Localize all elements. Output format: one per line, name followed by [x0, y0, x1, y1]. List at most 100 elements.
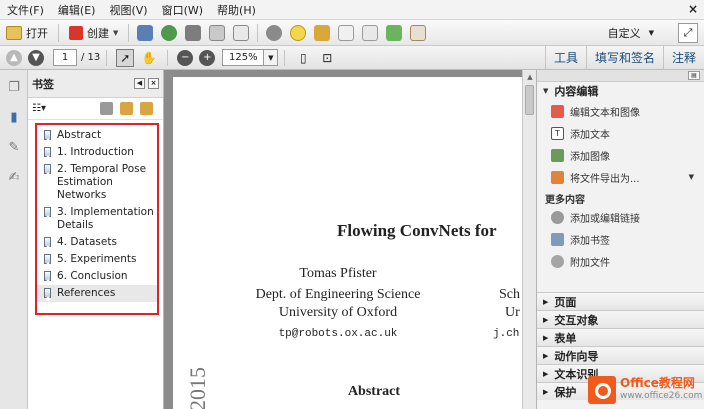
next-page-icon[interactable]: ▼	[28, 49, 44, 66]
create-label: 创建	[87, 26, 109, 40]
bookmark-item[interactable]: 2. Temporal Pose Estimation Networks	[37, 161, 157, 204]
export-file-item[interactable]: 将文件导出为... ▼	[537, 166, 704, 188]
customize-dropdown[interactable]: 自定义 ▼	[608, 23, 654, 43]
zoom-input[interactable]: 125%	[222, 49, 265, 66]
comment-icon[interactable]	[290, 24, 307, 41]
bookmarks-header: 书签 ◀ ×	[28, 70, 163, 98]
navigation-toolbar: ▲ ▼ 1 / 13 ➚ ✋ − + 125% ▼ ▯ ⊡ 工具 填写和签名 注…	[0, 46, 704, 70]
page-number-input[interactable]: 1	[53, 49, 77, 66]
menu-edit[interactable]: 编辑(E)	[51, 2, 103, 18]
bookmark-item[interactable]: 3. Implementation Details	[37, 204, 157, 234]
expand-icon[interactable]: ⤢	[678, 23, 698, 43]
close-panel-icon[interactable]: ×	[148, 78, 159, 89]
coauthor-line2: Ur	[505, 305, 520, 320]
edit-icon[interactable]	[209, 24, 226, 41]
section-interactive[interactable]: ▶ 交互对象	[537, 310, 704, 328]
add-text-item[interactable]: T 添加文本	[537, 122, 704, 144]
collapse-panel-icon[interactable]: ◀	[134, 78, 145, 89]
edit-text-image-item[interactable]: 编辑文本和图像	[537, 100, 704, 122]
main-toolbar: 打开 创建 ▼ 自定义 ▼ ⤢	[0, 20, 704, 46]
bookmark-item[interactable]: Abstract	[37, 127, 157, 144]
author-univ: University of Oxford	[278, 305, 398, 320]
scroll-thumb[interactable]	[525, 85, 534, 115]
pane-options-icon[interactable]: ▤	[688, 71, 700, 80]
signatures-icon[interactable]: ✍	[5, 168, 23, 186]
bookmark-item[interactable]: 1. Introduction	[37, 144, 157, 161]
content-edit-header[interactable]: ▼ 内容编辑	[537, 82, 704, 100]
gear-icon[interactable]	[266, 24, 283, 41]
page-thumbnails-icon[interactable]: ❐	[5, 78, 23, 96]
hand-tool-icon[interactable]: ✋	[140, 49, 158, 67]
menu-file[interactable]: 文件(F)	[0, 2, 51, 18]
zoom-out-icon[interactable]: −	[177, 49, 194, 66]
bookmarks-icon[interactable]: ▮	[5, 108, 23, 126]
chevron-down-icon: ▼	[688, 173, 694, 181]
create-button[interactable]: 创建 ▼	[63, 22, 124, 44]
pdf-page: Flowing ConvNets for Tomas Pfister Dept.…	[173, 77, 523, 409]
collapsed-triangle-icon: ▶	[543, 387, 549, 396]
stamp-icon[interactable]	[410, 24, 427, 41]
share-icon[interactable]	[386, 24, 403, 41]
delete-icon[interactable]	[338, 24, 355, 41]
author-dept: Dept. of Engineering Science	[255, 287, 421, 302]
tab-fill-sign[interactable]: 填写和签名	[585, 46, 663, 70]
tab-comment[interactable]: 注释	[662, 46, 704, 70]
bookmark-from-selection-icon[interactable]	[140, 102, 153, 115]
menu-help[interactable]: 帮助(H)	[210, 2, 263, 18]
add-image-item[interactable]: 添加图像	[537, 144, 704, 166]
task-tabs: 工具 填写和签名 注释	[544, 46, 704, 70]
fit-width-icon[interactable]: ⊡	[318, 49, 336, 67]
lock-icon[interactable]	[362, 24, 379, 41]
section-pages[interactable]: ▶ 页面	[537, 292, 704, 310]
attach-file-item[interactable]: 附加文件	[537, 250, 704, 272]
save-icon[interactable]	[137, 24, 154, 41]
new-bookmark-icon[interactable]	[120, 102, 133, 115]
section-forms[interactable]: ▶ 表单	[537, 328, 704, 346]
collapsed-triangle-icon: ▶	[543, 333, 549, 342]
bookmark-item-selected[interactable]: References	[37, 285, 157, 302]
scroll-up-icon[interactable]: ▲	[523, 70, 537, 84]
bookmark-item[interactable]: 5. Experiments	[37, 251, 157, 268]
open-button[interactable]: 打开	[0, 22, 54, 44]
options-menu-icon[interactable]: ☷▾	[32, 103, 46, 114]
expanded-triangle-icon: ▼	[543, 87, 549, 95]
menu-window[interactable]: 窗口(W)	[155, 2, 210, 18]
bookmark-item[interactable]: 6. Conclusion	[37, 268, 157, 285]
chevron-down-icon: ▼	[648, 29, 654, 37]
bookmark-item[interactable]: 4. Datasets	[37, 234, 157, 251]
watermark-logo: Office教程网 www.office26.com	[588, 370, 704, 409]
coauthor-line1: Sch	[499, 287, 520, 302]
more-content-header: 更多内容	[545, 194, 585, 206]
office-logo-icon	[588, 375, 616, 404]
menu-bar: 文件(F) 编辑(E) 视图(V) 窗口(W) 帮助(H) ×	[0, 0, 704, 20]
tab-tools[interactable]: 工具	[544, 46, 586, 70]
attachments-icon[interactable]: ✎	[5, 138, 23, 156]
page-total: / 13	[81, 52, 101, 63]
prev-page-icon[interactable]: ▲	[6, 49, 22, 66]
add-image-icon	[551, 148, 564, 162]
collapsed-triangle-icon: ▶	[543, 351, 549, 360]
coauthor-email: j.ch	[493, 328, 520, 340]
zoom-in-icon[interactable]: +	[199, 49, 216, 66]
author-name: Tomas Pfister	[299, 266, 377, 281]
bookmark-icon	[44, 254, 51, 264]
section-action-wizard[interactable]: ▶ 动作向导	[537, 346, 704, 364]
fit-page-icon[interactable]: ▯	[294, 49, 312, 67]
customize-label: 自定义	[607, 27, 641, 40]
sign-icon[interactable]	[314, 24, 331, 41]
print-icon[interactable]	[185, 24, 202, 41]
bookmarks-toolbar: ☷▾	[28, 98, 163, 120]
document-viewer[interactable]: Flowing ConvNets for Tomas Pfister Dept.…	[164, 70, 536, 409]
zoom-dropdown-icon[interactable]: ▼	[264, 49, 279, 66]
menu-view[interactable]: 视图(V)	[102, 2, 154, 18]
select-tool-icon[interactable]: ➚	[116, 48, 135, 67]
vertical-scrollbar[interactable]: ▲	[522, 70, 536, 409]
email-icon[interactable]	[233, 24, 250, 41]
folder-icon	[6, 25, 22, 40]
add-bookmark-item[interactable]: 添加书签	[537, 228, 704, 250]
add-edit-link-item[interactable]: 添加或编辑链接	[537, 206, 704, 228]
delete-bookmark-icon[interactable]	[100, 102, 113, 115]
bookmark-icon	[44, 271, 51, 281]
upload-icon[interactable]	[161, 24, 178, 41]
close-icon[interactable]: ×	[688, 2, 698, 16]
